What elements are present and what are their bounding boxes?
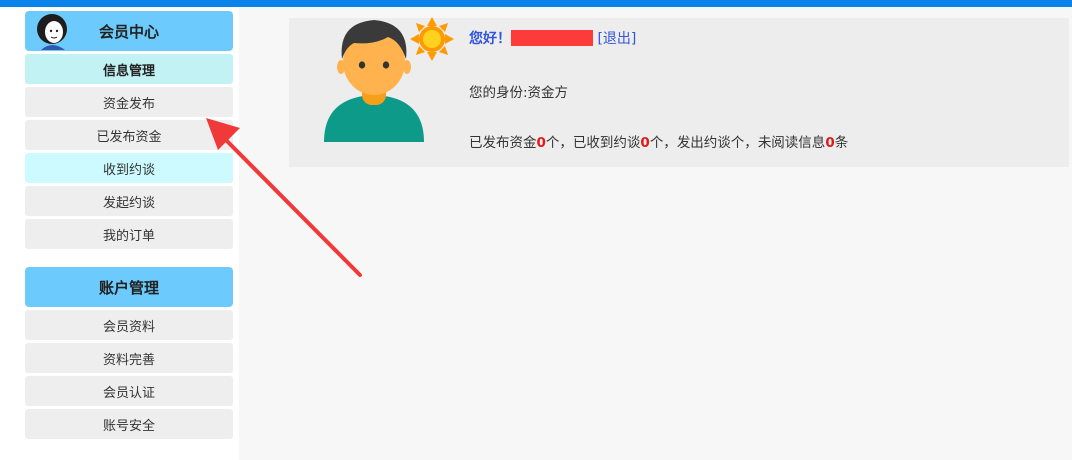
unread-count: 0	[825, 135, 835, 151]
logout-link[interactable]: [退出]	[597, 31, 636, 47]
greeting-line: 您好！ [退出]	[469, 30, 636, 48]
user-role: 您的身份:资金方	[469, 85, 569, 101]
stats-line: 已发布资金0个，已收到约谈0个，发出约谈个，未阅读信息0条	[469, 131, 848, 151]
sidebar-item-info-management[interactable]: 信息管理	[25, 54, 233, 84]
initiated-text: 发出约谈个，	[676, 135, 758, 151]
top-bar	[0, 0, 1072, 7]
published-count: 0	[536, 135, 546, 151]
published-unit: 个，	[545, 135, 573, 151]
woman-avatar-icon	[37, 14, 67, 50]
received-unit: 个，	[649, 135, 677, 151]
section-header-member-center: 会员中心	[25, 11, 233, 51]
unread-label: 未阅读信息	[757, 135, 826, 151]
red-arrow-annotation	[206, 118, 362, 277]
unread-unit: 条	[834, 135, 849, 151]
published-label: 已发布资金	[469, 135, 537, 151]
sidebar-item-member-verification[interactable]: 会员认证	[25, 376, 233, 406]
sidebar-item-account-security[interactable]: 账号安全	[25, 409, 233, 439]
sidebar-item-member-profile[interactable]: 会员资料	[25, 310, 233, 340]
redacted-username	[511, 30, 593, 46]
received-count: 0	[640, 135, 650, 151]
greeting-text: 您好！	[469, 31, 511, 47]
section-title: 会员中心	[98, 22, 159, 41]
section-title: 账户管理	[98, 278, 159, 297]
sidebar-item-profile-completion[interactable]: 资料完善	[25, 343, 233, 373]
received-label: 已收到约谈	[572, 135, 641, 151]
sun-icon	[410, 17, 454, 61]
